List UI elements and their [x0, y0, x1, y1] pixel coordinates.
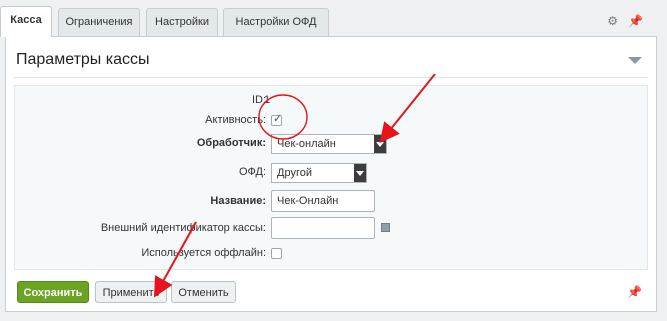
collapse-icon[interactable]	[628, 57, 642, 64]
name-label: Название:	[210, 195, 266, 207]
pin-icon[interactable]: 📌	[627, 285, 642, 299]
tab-restrictions[interactable]: Ограничения	[58, 8, 140, 36]
offline-checkbox[interactable]	[271, 248, 282, 259]
id-value: 1	[264, 94, 271, 106]
cancel-button[interactable]: Отменить	[171, 281, 236, 303]
ofd-label: ОФД:	[238, 166, 266, 178]
chevron-down-icon	[354, 164, 366, 182]
page-title: Параметры кассы	[16, 51, 150, 68]
tab-settings[interactable]: Настройки	[146, 8, 218, 36]
ofd-value: Другой	[277, 167, 312, 179]
name-input[interactable]: Чек-Онлайн	[271, 190, 375, 212]
checkmark-icon: ✓	[273, 113, 283, 125]
divider	[14, 77, 648, 78]
external-id-label: Внешний идентификатор кассы:	[100, 222, 266, 234]
form-box: ID: 1 Активность: ✓ Обработчик: Чек-онла…	[14, 85, 648, 270]
kassa-panel: Параметры кассы ID: 1 Активность: ✓ Обра…	[5, 36, 657, 312]
offline-label: Используется оффлайн:	[141, 247, 266, 259]
pin-icon[interactable]: 📌	[628, 14, 643, 28]
tab-bar: Касса Ограничения Настройки Настройки ОФ…	[0, 0, 667, 37]
ofd-select[interactable]: Другой	[271, 163, 367, 183]
external-id-input[interactable]	[271, 217, 375, 239]
tab-kassa[interactable]: Касса	[0, 6, 52, 37]
active-checkbox[interactable]: ✓	[271, 113, 283, 126]
tab-icons: ⚙ 📌	[597, 14, 643, 28]
gear-icon[interactable]: ⚙	[607, 14, 618, 28]
handler-select[interactable]: Чек-онлайн	[271, 134, 387, 154]
save-button[interactable]: Сохранить	[17, 281, 89, 303]
handler-value: Чек-онлайн	[277, 138, 336, 150]
handler-label: Обработчик:	[196, 137, 266, 149]
chevron-down-icon	[374, 135, 386, 153]
help-icon[interactable]	[381, 223, 390, 232]
tab-ofd-settings[interactable]: Настройки ОФД	[223, 8, 329, 36]
active-label: Активность:	[205, 114, 266, 126]
apply-button[interactable]: Применить	[95, 281, 167, 303]
